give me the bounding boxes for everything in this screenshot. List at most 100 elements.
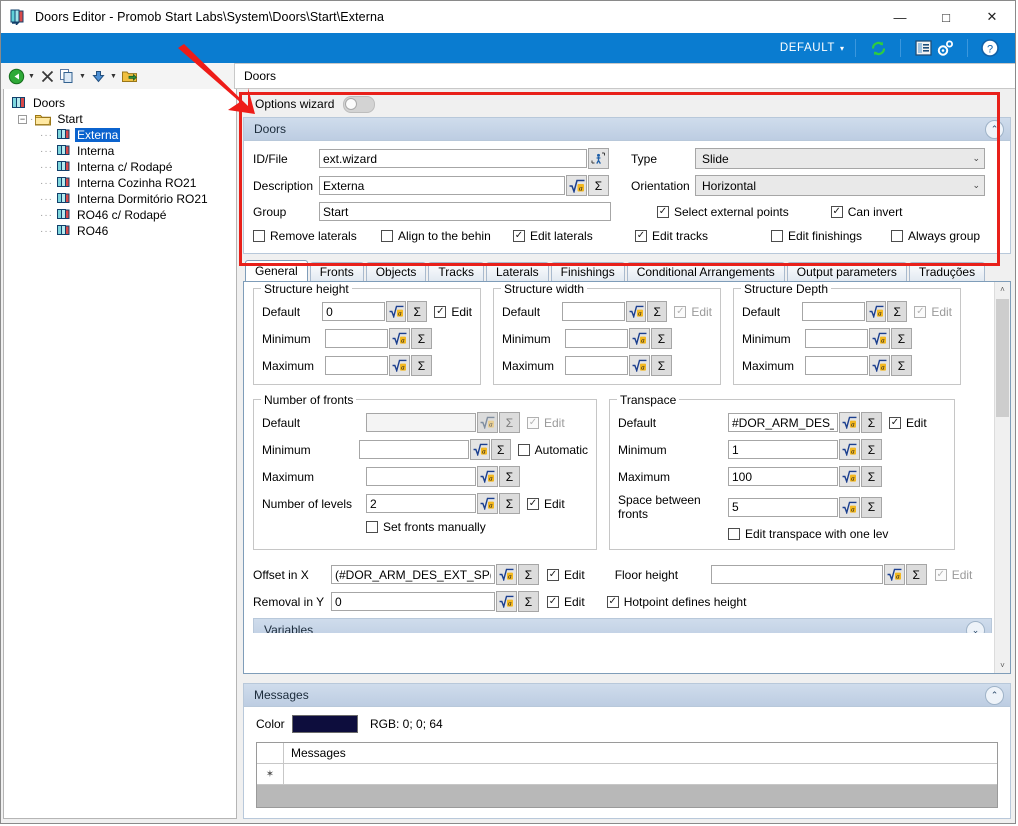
chevron-down-icon[interactable]: ⌄ [966, 620, 985, 633]
type-combo[interactable]: Slide ⌄ [695, 148, 985, 169]
profile-label[interactable]: DEFAULT [780, 42, 835, 54]
sigma-sum-icon[interactable]: Σ [499, 412, 520, 433]
removal-y-input[interactable] [331, 592, 495, 611]
sigma-sum-icon[interactable]: Σ [499, 466, 520, 487]
sigma-sum-icon[interactable]: Σ [891, 355, 912, 376]
messages-grid[interactable]: Messages ✶ [256, 742, 998, 808]
formula-sqrt-icon[interactable]: a [629, 328, 650, 349]
transpace-default-input[interactable] [728, 413, 838, 432]
formula-sqrt-icon[interactable]: a [496, 564, 517, 585]
sigma-sum-icon[interactable]: Σ [518, 564, 539, 585]
can-invert-checkbox[interactable]: ✓ Can invert [830, 205, 902, 219]
delete-icon[interactable] [38, 67, 56, 85]
collapse-expander-icon[interactable]: − [18, 114, 27, 124]
copy-icon[interactable] [58, 67, 76, 85]
sigma-sum-icon[interactable]: Σ [861, 439, 882, 460]
formula-sqrt-icon[interactable]: a [866, 301, 887, 322]
scrollbar-track[interactable] [995, 297, 1010, 658]
sigma-sum-icon[interactable]: Σ [887, 301, 908, 322]
sigma-sum-icon[interactable]: Σ [518, 591, 539, 612]
table-row[interactable]: ✶ [257, 764, 997, 784]
wizard-picker-icon[interactable] [588, 148, 609, 169]
offset-x-edit-checkbox[interactable]: ✓ Edit [547, 568, 585, 582]
structure-width-maximum-input[interactable] [565, 356, 628, 375]
structure-height-edit-checkbox[interactable]: ✓ Edit [434, 305, 472, 319]
tab-tracks[interactable]: Tracks [428, 262, 484, 281]
hotpoint-defines-height-checkbox[interactable]: ✓ Hotpoint defines height [606, 595, 746, 609]
sigma-sum-icon[interactable]: Σ [411, 355, 432, 376]
structure-height-minimum-input[interactable] [325, 329, 388, 348]
orientation-combo[interactable]: Horizontal ⌄ [695, 175, 985, 196]
align-to-behind-checkbox[interactable]: Align to the behin [381, 229, 513, 243]
export-icon[interactable] [120, 67, 138, 85]
structure-depth-minimum-input[interactable] [805, 329, 868, 348]
formula-sqrt-icon[interactable]: a [839, 496, 860, 518]
formula-sqrt-icon[interactable]: a [839, 439, 860, 460]
sigma-sum-icon[interactable]: Σ [411, 328, 432, 349]
structure-height-default-input[interactable] [322, 302, 386, 321]
tree-item-ro46[interactable]: ··· RO46 [10, 223, 236, 239]
formula-sqrt-icon[interactable]: a [477, 493, 498, 514]
sigma-sum-icon[interactable]: Σ [861, 466, 882, 487]
sigma-sum-icon[interactable]: Σ [651, 355, 672, 376]
settings-gears-icon[interactable] [934, 37, 956, 59]
tree-item-interna-rodape[interactable]: ··· Interna c/ Rodapé [10, 159, 236, 175]
tree-root-doors[interactable]: Doors [10, 95, 236, 111]
sigma-sum-icon[interactable]: Σ [905, 564, 927, 585]
transpace-edit-checkbox[interactable]: ✓ Edit [889, 416, 927, 430]
sigma-sum-icon[interactable]: Σ [499, 493, 520, 514]
formula-sqrt-icon[interactable]: a [869, 355, 890, 376]
sigma-sum-icon[interactable]: Σ [588, 175, 609, 196]
tab-fronts[interactable]: Fronts [309, 262, 364, 281]
paste-dropdown-arrow[interactable]: ▼ [109, 73, 118, 80]
tab-finishings[interactable]: Finishings [550, 262, 625, 281]
tab-general[interactable]: General [245, 260, 308, 281]
sigma-sum-icon[interactable]: Σ [651, 328, 672, 349]
structure-depth-edit-checkbox[interactable]: ✓ Edit [914, 305, 952, 319]
levels-edit-checkbox[interactable]: ✓ Edit [527, 497, 565, 511]
sigma-sum-icon[interactable]: Σ [407, 301, 428, 322]
floor-height-edit-checkbox[interactable]: ✓ Edit [934, 568, 972, 582]
structure-width-edit-checkbox[interactable]: ✓ Edit [674, 305, 712, 319]
fronts-automatic-checkbox[interactable]: Automatic [517, 443, 588, 457]
fronts-edit-checkbox[interactable]: ✓ Edit [527, 416, 565, 430]
tab-objects[interactable]: Objects [365, 262, 427, 281]
variables-panel-header[interactable]: Variables ⌄ [254, 619, 991, 633]
structure-depth-default-input[interactable] [802, 302, 866, 321]
tree-item-externa[interactable]: ··· Externa [10, 127, 236, 143]
color-swatch[interactable] [292, 715, 358, 733]
tab-output-parameters[interactable]: Output parameters [786, 262, 907, 281]
edit-tracks-checkbox[interactable]: ✓ Edit tracks [635, 229, 771, 243]
formula-sqrt-icon[interactable]: a [389, 328, 410, 349]
transpace-minimum-input[interactable] [728, 440, 838, 459]
structure-depth-maximum-input[interactable] [805, 356, 868, 375]
close-button[interactable]: ✕ [969, 1, 1015, 33]
chevron-double-up-icon[interactable]: ⌃ [985, 685, 1004, 705]
fronts-maximum-input[interactable] [366, 467, 476, 486]
number-of-levels-input[interactable] [366, 494, 476, 513]
formula-sqrt-icon[interactable]: a [477, 466, 498, 487]
structure-height-maximum-input[interactable] [325, 356, 388, 375]
tree-folder-start[interactable]: − · Start [10, 111, 236, 127]
back-icon[interactable] [7, 67, 25, 85]
fronts-minimum-input[interactable] [359, 440, 470, 459]
sigma-sum-icon[interactable]: Σ [861, 496, 882, 518]
maximize-button[interactable]: □ [923, 1, 969, 33]
options-wizard-toggle[interactable] [343, 95, 376, 113]
always-group-checkbox[interactable]: Always group [891, 229, 980, 243]
chevron-down-icon[interactable]: ▾ [840, 44, 844, 53]
general-tab-scrollbar[interactable]: ˄ ˅ [994, 282, 1010, 673]
tree-item-ro46-rodape[interactable]: ··· RO46 c/ Rodapé [10, 207, 236, 223]
scroll-up-icon[interactable]: ˄ [995, 282, 1010, 297]
id-file-input[interactable] [319, 149, 587, 168]
sigma-sum-icon[interactable]: Σ [490, 439, 511, 460]
formula-sqrt-icon[interactable]: a [477, 412, 498, 433]
offset-x-input[interactable] [331, 565, 495, 584]
formula-sqrt-icon[interactable]: a [386, 301, 407, 322]
structure-width-default-input[interactable] [562, 302, 626, 321]
formula-sqrt-icon[interactable]: a [883, 564, 905, 585]
paste-icon[interactable] [89, 67, 107, 85]
copy-dropdown-arrow[interactable]: ▼ [78, 73, 87, 80]
help-icon[interactable]: ? [979, 37, 1001, 59]
remove-laterals-checkbox[interactable]: Remove laterals [253, 229, 381, 243]
